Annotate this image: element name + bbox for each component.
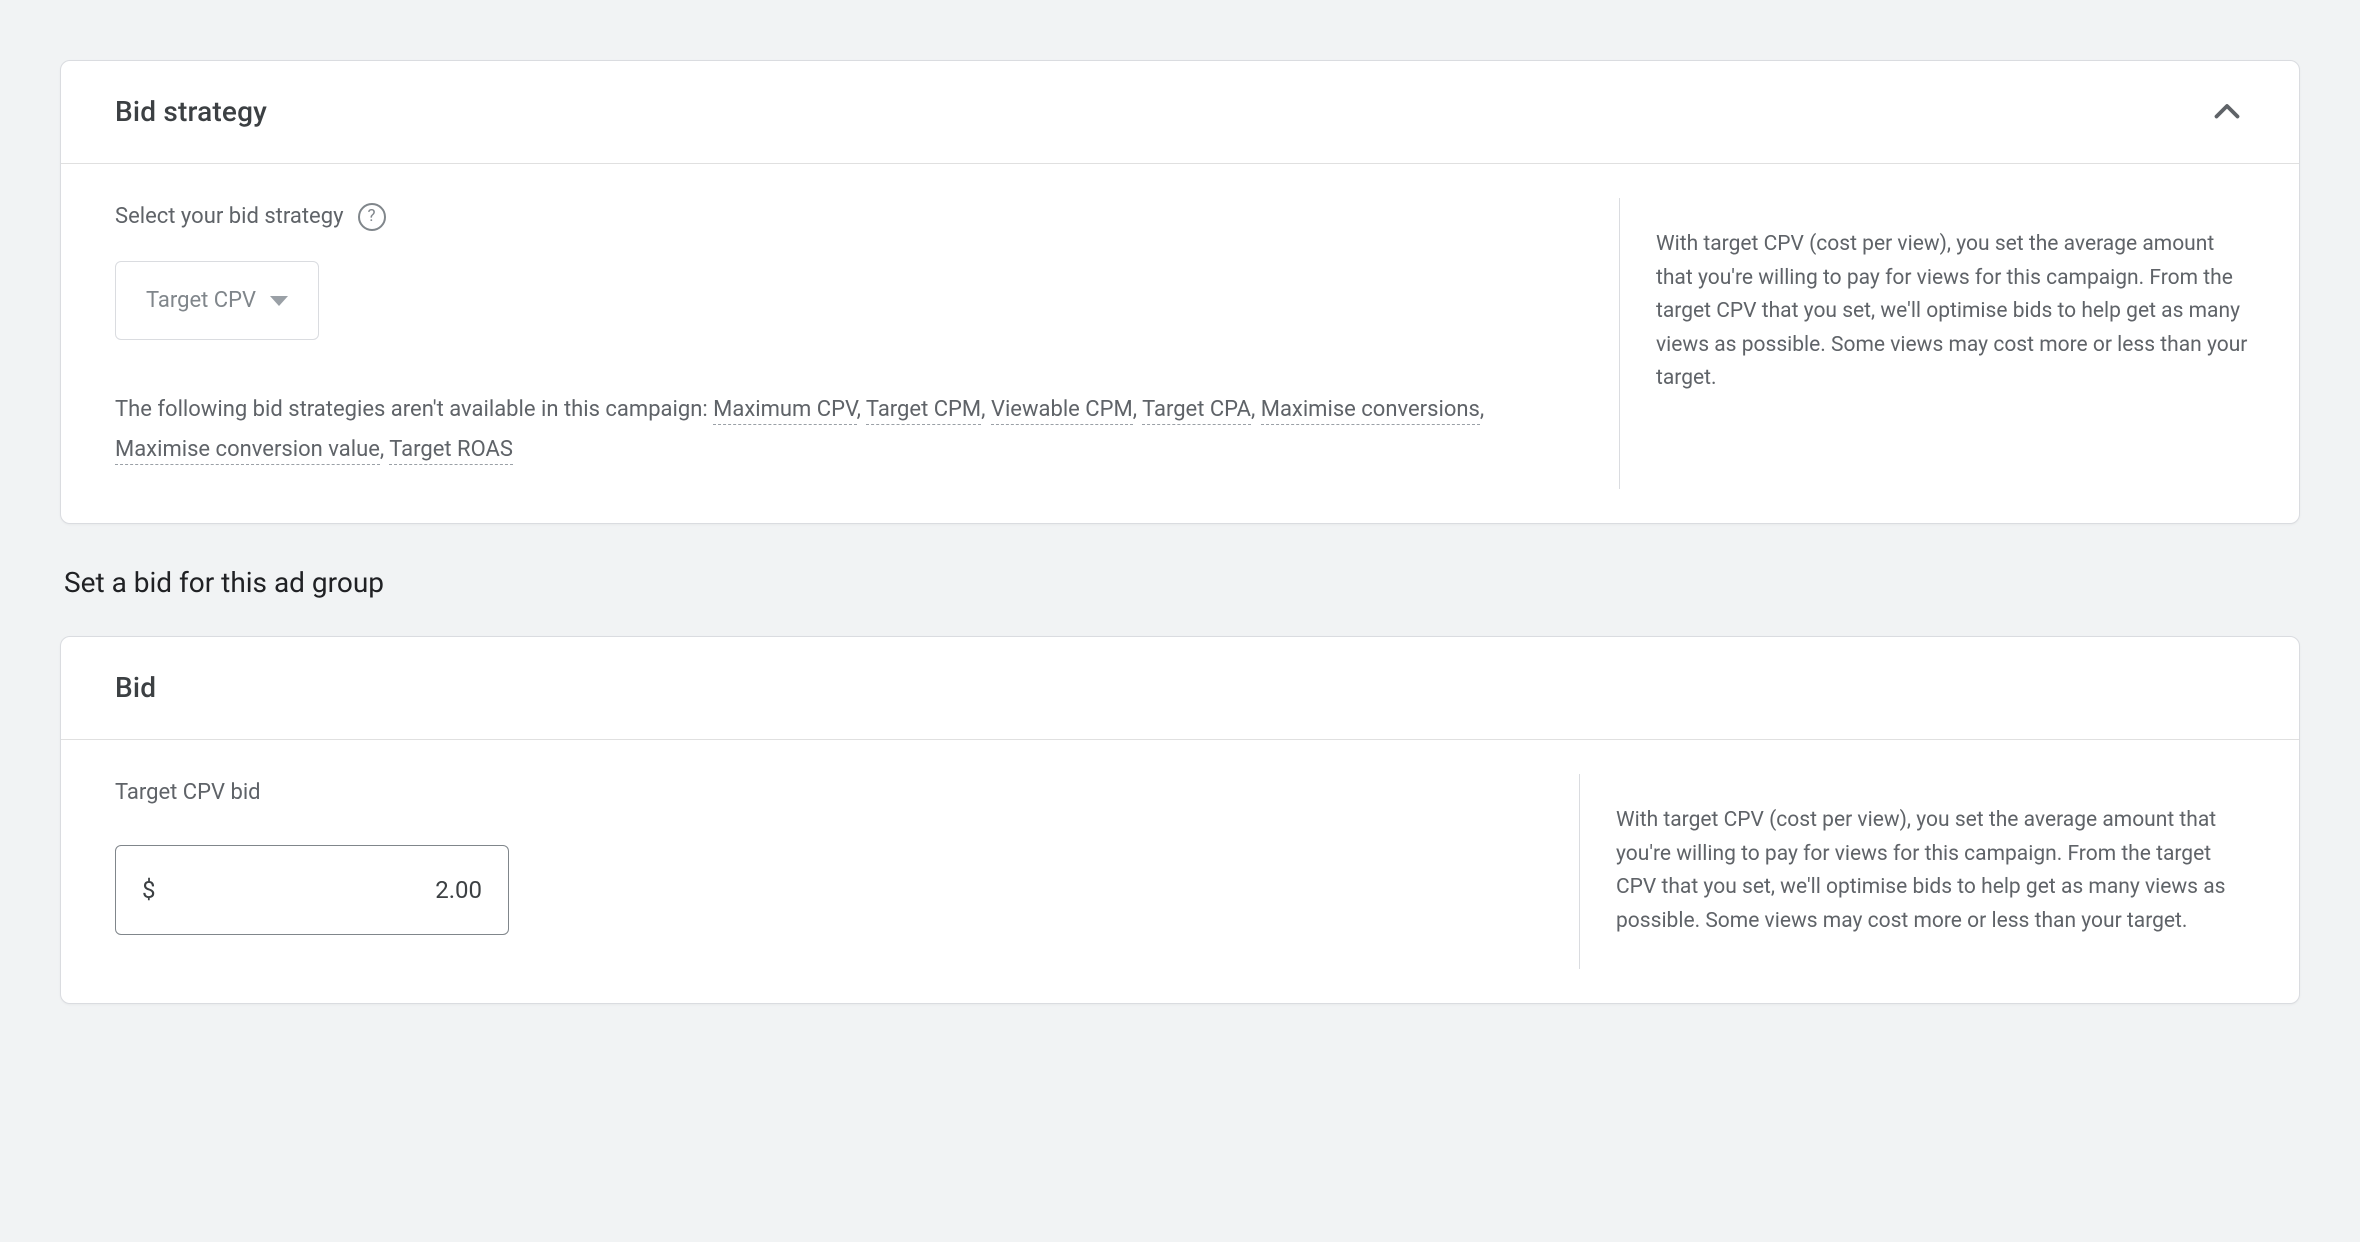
- bid-strategy-card: Bid strategy Select your bid strategy ? …: [60, 60, 2300, 524]
- currency-symbol: $: [142, 872, 156, 908]
- unavailable-strategy[interactable]: Maximum CPV: [713, 397, 856, 425]
- bid-card: Bid Target CPV bid $ With target CPV (co…: [60, 636, 2300, 1003]
- unavailable-strategies-text: The following bid strategies aren't avai…: [115, 390, 1565, 469]
- bid-strategy-title: Bid strategy: [115, 91, 267, 133]
- unavailable-strategy[interactable]: Target CPA: [1142, 397, 1251, 425]
- set-bid-heading: Set a bid for this ad group: [64, 562, 2300, 604]
- bid-card-left: Target CPV bid $: [61, 740, 1579, 1002]
- select-bid-strategy-label-row: Select your bid strategy ?: [115, 200, 1565, 233]
- unavailable-strategy[interactable]: Maximise conversions: [1261, 397, 1480, 425]
- bid-help-panel: With target CPV (cost per view), you set…: [1579, 774, 2299, 968]
- bid-strategy-header[interactable]: Bid strategy: [61, 61, 2299, 164]
- chevron-up-icon[interactable]: [2209, 94, 2245, 130]
- unavailable-strategy[interactable]: Target ROAS: [389, 437, 513, 465]
- unavailable-strategy[interactable]: Maximise conversion value: [115, 437, 380, 465]
- bid-strategy-help-panel: With target CPV (cost per view), you set…: [1619, 198, 2299, 489]
- bid-input-wrap[interactable]: $: [115, 845, 509, 935]
- bid-strategy-body: Select your bid strategy ? Target CPV Th…: [61, 164, 2299, 523]
- target-cpv-bid-label: Target CPV bid: [115, 776, 1525, 809]
- bid-strategy-selected-value: Target CPV: [146, 284, 256, 317]
- bid-strategy-select[interactable]: Target CPV: [115, 261, 319, 340]
- bid-card-title: Bid: [115, 667, 156, 709]
- bid-strategy-left: Select your bid strategy ? Target CPV Th…: [61, 164, 1619, 523]
- unavailable-strategy[interactable]: Viewable CPM: [991, 397, 1133, 425]
- bid-card-header: Bid: [61, 637, 2299, 740]
- select-bid-strategy-label: Select your bid strategy: [115, 200, 344, 233]
- unavailable-strategy[interactable]: Target CPM: [866, 397, 981, 425]
- unavailable-prefix: The following bid strategies aren't avai…: [115, 397, 713, 422]
- bid-card-body: Target CPV bid $ With target CPV (cost p…: [61, 740, 2299, 1002]
- help-icon[interactable]: ?: [358, 203, 386, 231]
- target-cpv-bid-input[interactable]: [156, 876, 483, 904]
- caret-down-icon: [270, 296, 288, 306]
